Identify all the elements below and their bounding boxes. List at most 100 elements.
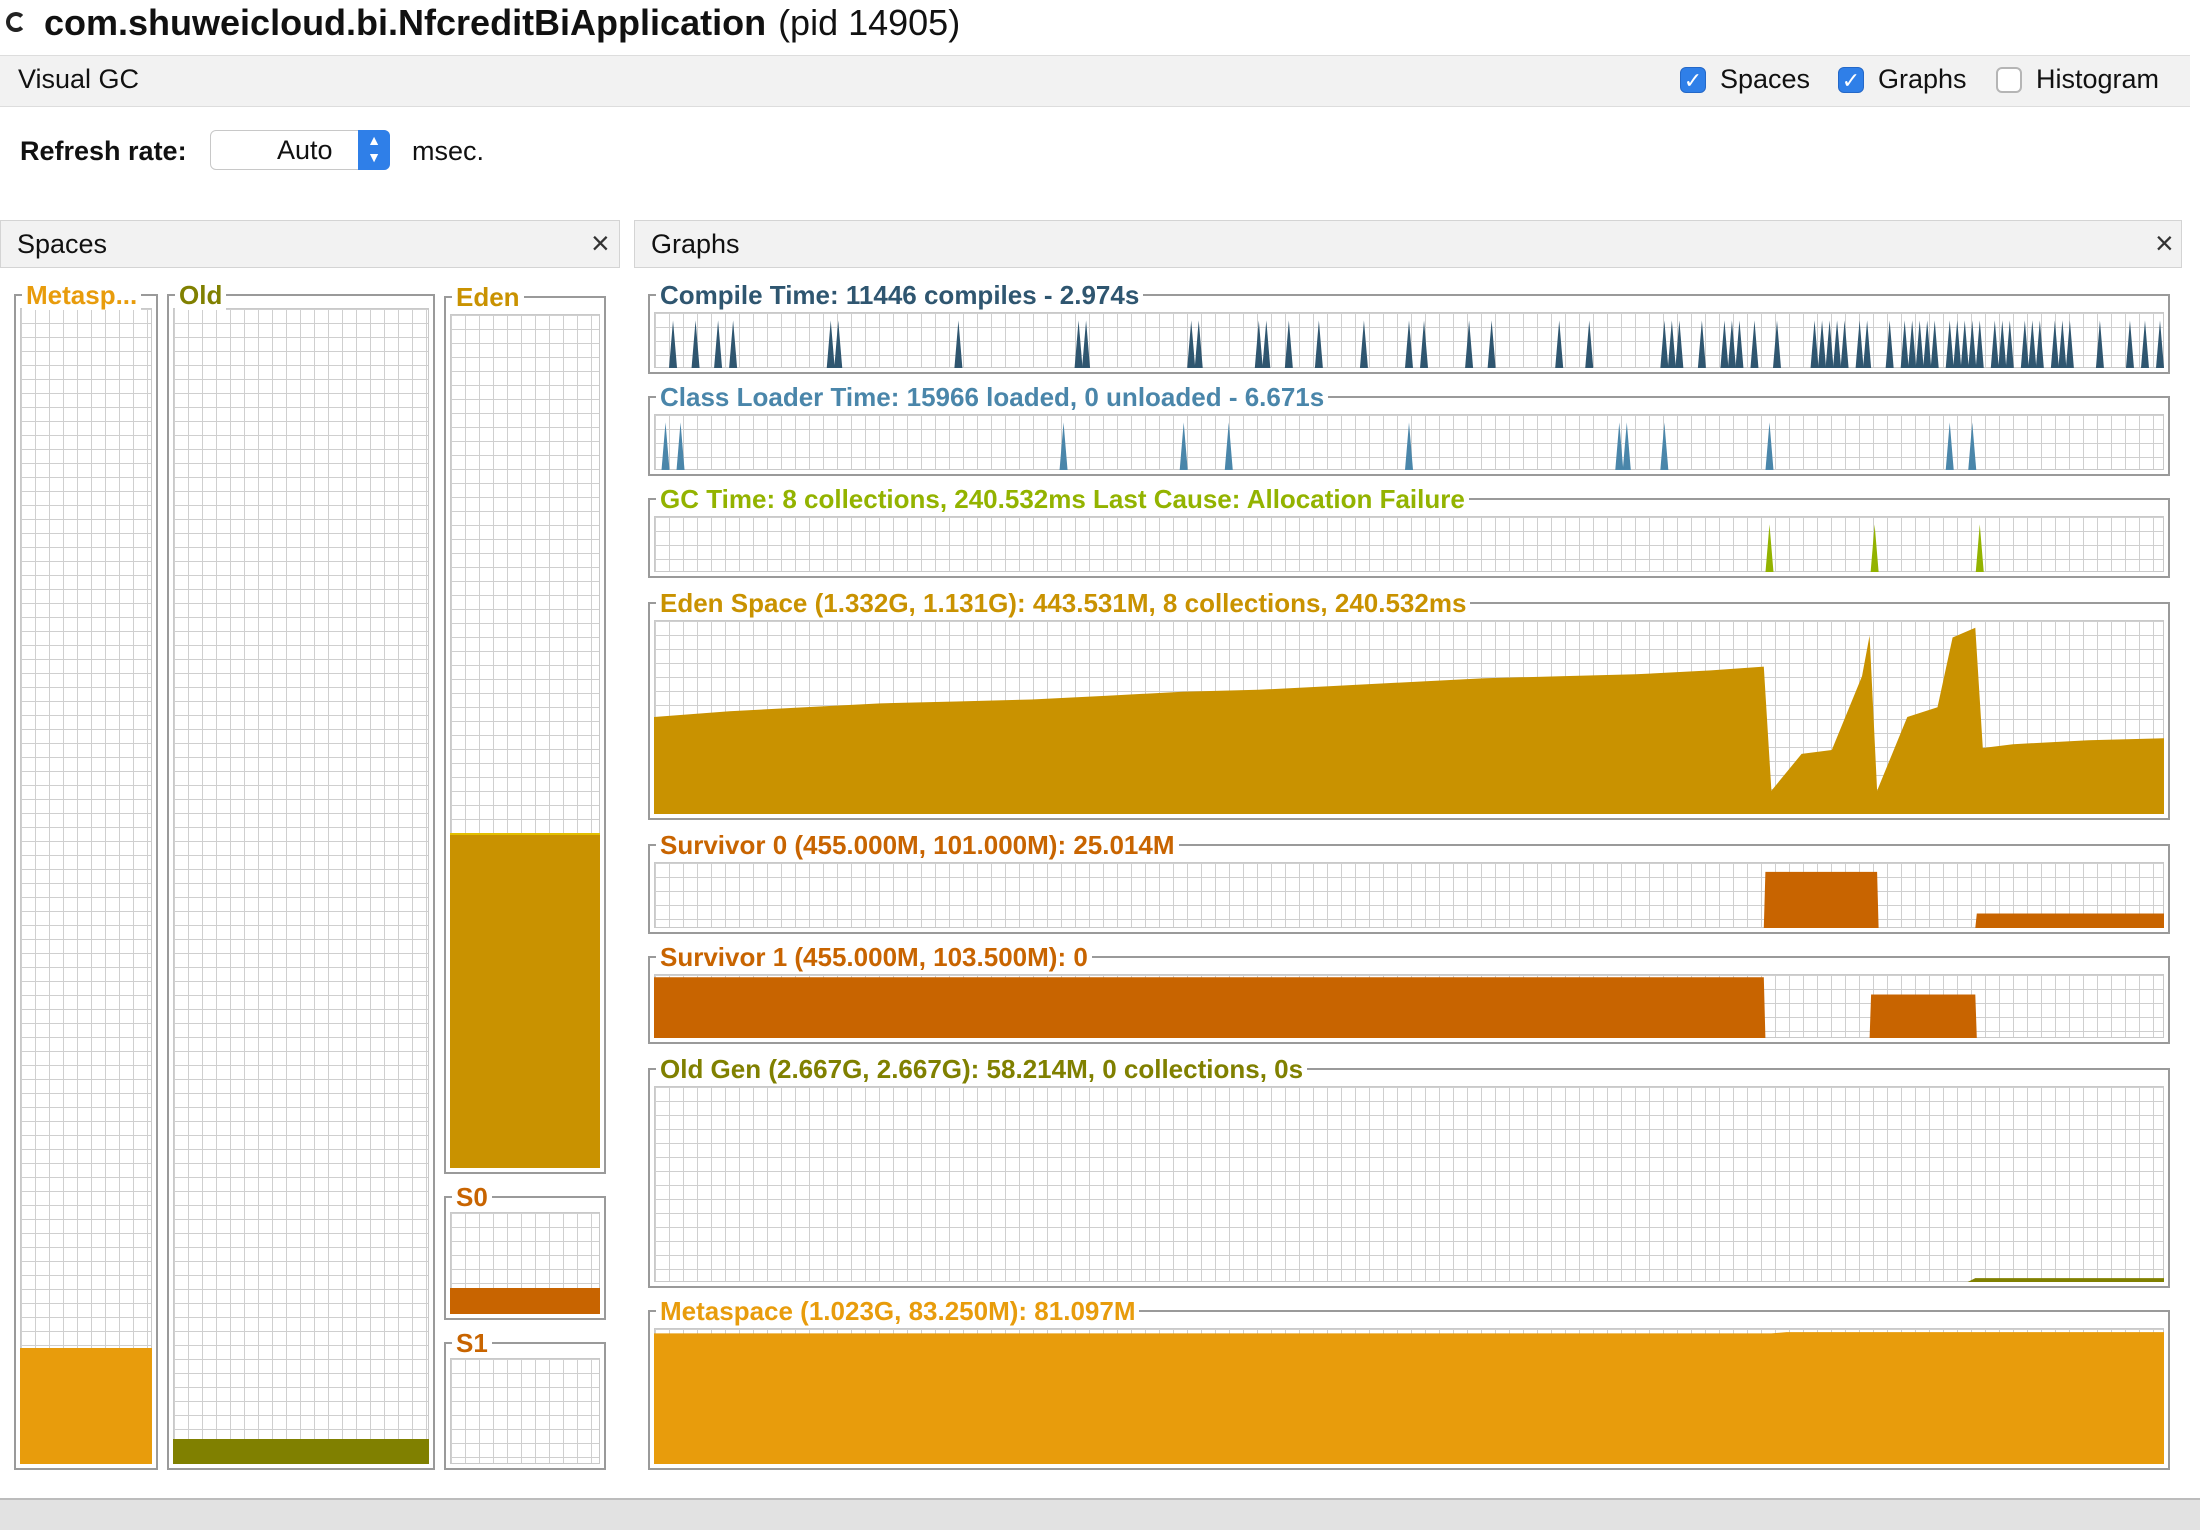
spaces-checkbox-label: Spaces xyxy=(1720,64,1811,94)
gc-time-title: GC Time: 8 collections, 240.532ms Last C… xyxy=(656,484,1469,514)
compile-time-spike xyxy=(1667,320,1676,368)
compile-time-spike xyxy=(1187,320,1196,368)
gc-time-spike xyxy=(1765,524,1774,572)
s1-grid xyxy=(450,1358,600,1464)
survivor-1-title: Survivor 1 (455.000M, 103.500M): 0 xyxy=(656,942,1092,972)
class-loader-time-spike xyxy=(1224,422,1233,470)
compile-time-spike xyxy=(1254,320,1263,368)
refresh-rate-value: Auto xyxy=(277,135,333,165)
compile-time-spike xyxy=(1990,320,1999,368)
compile-time-spike xyxy=(1314,320,1323,368)
class-loader-time-spike xyxy=(661,422,670,470)
histogram-checkbox[interactable] xyxy=(1996,67,2022,93)
old-gen-plot xyxy=(654,1278,2164,1282)
survivor-0-graph: Survivor 0 (455.000M, 101.000M): 25.014M xyxy=(648,830,2170,934)
gc-time-spike xyxy=(1975,524,1984,572)
compile-time-spike xyxy=(669,320,678,368)
up-down-stepper-icon[interactable]: ▲ ▼ xyxy=(358,130,390,170)
compile-time-spike xyxy=(1082,320,1091,368)
compile-time-spike xyxy=(1465,320,1474,368)
title-bar: com.shuweicloud.bi.NfcreditBiApplication… xyxy=(0,0,2200,52)
histogram-checkbox-label: Histogram xyxy=(2036,64,2160,94)
compile-time-spike xyxy=(1359,320,1368,368)
eden-space-title: Eden Space (1.332G, 1.131G): 443.531M, 8… xyxy=(656,588,1471,618)
compile-time-plot xyxy=(669,320,2164,368)
gc-time-graph: GC Time: 8 collections, 240.532ms Last C… xyxy=(648,484,2170,578)
s1-space-label: S1 xyxy=(452,1328,492,1358)
spaces-panel-title: Spaces xyxy=(17,229,108,259)
class-loader-time-spike xyxy=(1622,422,1631,470)
compile-time-spike xyxy=(1074,320,1083,368)
compile-time-spike xyxy=(1945,320,1954,368)
compile-time-spike xyxy=(1960,320,1969,368)
eden-space-graph: Eden Space (1.332G, 1.131G): 443.531M, 8… xyxy=(648,588,2170,820)
old-space-box: Old xyxy=(167,280,435,1470)
compile-time-spike xyxy=(1885,320,1894,368)
compile-time-spike xyxy=(1405,320,1413,368)
gc-time-plot xyxy=(1765,524,1984,572)
compile-time-spike xyxy=(1194,320,1203,368)
compile-time-spike xyxy=(1908,320,1917,368)
old-space-label: Old xyxy=(175,280,227,310)
graphs-checkbox[interactable]: ✓ xyxy=(1838,67,1864,93)
gc-time-spike xyxy=(1870,524,1879,572)
eden-space-box: Eden xyxy=(444,282,606,1174)
old-grid xyxy=(173,308,429,1464)
old-gen-title: Old Gen (2.667G, 2.667G): 58.214M, 0 col… xyxy=(656,1054,1308,1084)
spaces-panel-close-icon[interactable]: × xyxy=(591,225,610,261)
s0-space-box: S0 xyxy=(444,1182,606,1320)
compile-time-spike xyxy=(2156,320,2164,368)
s1-space-box: S1 xyxy=(444,1328,606,1470)
compile-time-spike xyxy=(1825,320,1834,368)
compile-time-spike xyxy=(2005,320,2014,368)
compile-time-spike xyxy=(1818,320,1827,368)
compile-time-spike xyxy=(1262,320,1271,368)
old-fill xyxy=(173,1439,429,1464)
metaspace-area xyxy=(654,1332,2164,1464)
refresh-rate-label: Refresh rate: xyxy=(20,136,187,166)
compile-time-spike xyxy=(1953,320,1962,368)
class-loader-time-spike xyxy=(1405,422,1413,470)
eden-space-plot xyxy=(654,627,2164,814)
compile-time-spike xyxy=(1968,320,1977,368)
metaspace-grid xyxy=(20,308,152,1464)
compile-time-title: Compile Time: 11446 compiles - 2.974s xyxy=(656,280,1144,310)
spaces-checkbox[interactable]: ✓ xyxy=(1680,67,1706,93)
compile-time-spike xyxy=(1720,320,1729,368)
refresh-rate-unit: msec. xyxy=(412,136,485,166)
compile-time-spike xyxy=(2020,320,2029,368)
old-gen-area xyxy=(654,1278,2164,1282)
compile-time-spike xyxy=(691,320,700,368)
compile-time-spike xyxy=(2140,320,2149,368)
class-loader-time-spike xyxy=(1765,422,1774,470)
graphs-panel-close-icon[interactable]: × xyxy=(2155,225,2174,261)
survivor-1-plot xyxy=(654,977,2164,1038)
metaspace-plot xyxy=(654,1332,2164,1464)
eden-space-label: Eden xyxy=(452,282,524,312)
compile-time-spike xyxy=(954,320,963,368)
compile-time-spike xyxy=(1675,320,1684,368)
compile-time-spike xyxy=(1998,320,2007,368)
compile-time-spike xyxy=(2065,320,2074,368)
compile-time-spike xyxy=(1284,320,1293,368)
compile-time-spike xyxy=(1727,320,1736,368)
compile-time-spike xyxy=(1735,320,1744,368)
metaspace-space-label: Metasp... xyxy=(22,280,142,310)
graphs-checkbox-label: Graphs xyxy=(1878,64,1967,94)
status-bar xyxy=(0,1498,2200,1530)
compile-time-spike xyxy=(1772,320,1781,368)
spaces-panel-header: Spaces × xyxy=(0,220,620,268)
compile-time-spike xyxy=(1915,320,1924,368)
metaspace-title: Metaspace (1.023G, 83.250M): 81.097M xyxy=(656,1296,1140,1326)
compile-time-spike xyxy=(1555,320,1564,368)
compile-time-spike xyxy=(1930,320,1939,368)
class-loader-time-graph: Class Loader Time: 15966 loaded, 0 unloa… xyxy=(648,382,2170,476)
compile-time-spike xyxy=(2095,320,2104,368)
process-id: (pid 14905) xyxy=(778,2,961,43)
old-gen-graph: Old Gen (2.667G, 2.667G): 58.214M, 0 col… xyxy=(648,1054,2170,1288)
tab-title: Visual GC xyxy=(18,64,140,94)
compile-time-spike xyxy=(714,320,723,368)
metaspace-space-box: Metasp... xyxy=(14,280,158,1470)
survivor-0-area xyxy=(654,871,2164,928)
refresh-rate-select[interactable]: Auto ▲ ▼ xyxy=(210,130,390,170)
